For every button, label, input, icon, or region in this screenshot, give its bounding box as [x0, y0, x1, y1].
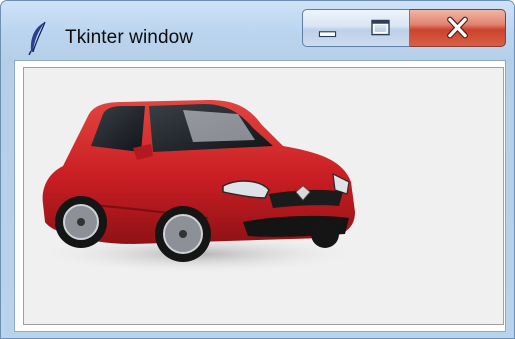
maximize-button[interactable]	[352, 9, 410, 47]
car-image	[33, 100, 358, 274]
tk-feather-icon	[28, 21, 46, 55]
window-title: Tkinter window	[65, 27, 194, 48]
maximize-icon	[371, 19, 390, 36]
tk-window: Tkinter window	[0, 0, 515, 339]
minimize-button[interactable]	[302, 9, 353, 47]
minimize-icon	[318, 31, 337, 38]
title-bar[interactable]: Tkinter window	[1, 1, 514, 57]
close-icon	[447, 16, 468, 39]
close-button[interactable]	[410, 9, 506, 47]
window-content	[23, 67, 504, 325]
